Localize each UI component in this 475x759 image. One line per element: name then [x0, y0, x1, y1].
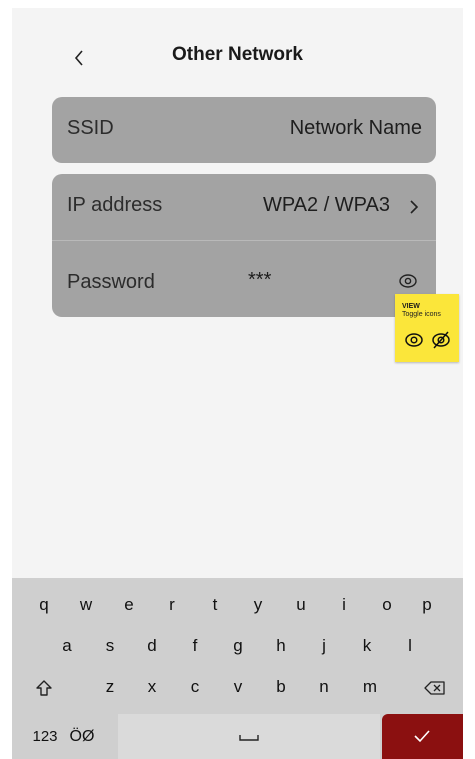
key-u[interactable]: u	[283, 588, 319, 622]
security-card: IP address WPA2 / WPA3 Password ***	[52, 174, 436, 317]
security-value: WPA2 / WPA3	[262, 194, 390, 216]
key-y[interactable]: y	[240, 588, 276, 622]
key-p[interactable]: p	[409, 588, 445, 622]
key-k[interactable]: k	[349, 629, 385, 663]
key-e[interactable]: e	[111, 588, 147, 622]
backspace-icon	[424, 680, 445, 695]
shift-key[interactable]	[26, 670, 62, 704]
numbers-key[interactable]: 123	[26, 720, 64, 754]
phone-screen: Other Network SSID Network Name IP addre…	[12, 8, 463, 759]
security-label: IP address	[67, 194, 163, 216]
note-subtitle: Toggle icons	[402, 311, 441, 318]
shift-icon	[36, 679, 52, 696]
key-o[interactable]: o	[369, 588, 405, 622]
key-j[interactable]: j	[306, 629, 342, 663]
key-g[interactable]: g	[220, 629, 256, 663]
key-q[interactable]: q	[26, 588, 62, 622]
ssid-label: SSID	[67, 117, 114, 139]
key-a[interactable]: a	[49, 629, 85, 663]
key-b[interactable]: b	[263, 670, 299, 704]
ssid-row[interactable]: SSID Network Name	[52, 97, 436, 163]
key-m[interactable]: m	[352, 670, 388, 704]
eye-off-icon	[432, 331, 450, 349]
keyboard: q w e r t y u i o p a s d f g h j k l z …	[12, 578, 463, 759]
key-c[interactable]: c	[177, 670, 213, 704]
key-i[interactable]: i	[326, 588, 362, 622]
key-r[interactable]: r	[154, 588, 190, 622]
key-n[interactable]: n	[306, 670, 342, 704]
key-v[interactable]: v	[220, 670, 256, 704]
key-l[interactable]: l	[392, 629, 428, 663]
key-t[interactable]: t	[197, 588, 233, 622]
space-key[interactable]	[118, 714, 380, 759]
password-value: ***	[248, 269, 272, 291]
page-title: Other Network	[172, 44, 303, 65]
key-z[interactable]: z	[92, 670, 128, 704]
space-icon	[239, 735, 259, 741]
key-x[interactable]: x	[134, 670, 170, 704]
alt-chars-key[interactable]: ÖØ	[64, 720, 100, 754]
password-row[interactable]: Password ***	[52, 251, 436, 317]
key-w[interactable]: w	[68, 588, 104, 622]
enter-key[interactable]	[382, 714, 463, 759]
annotation-note: VIEW Toggle icons	[395, 294, 459, 362]
checkmark-icon	[414, 730, 430, 743]
key-h[interactable]: h	[263, 629, 299, 663]
note-title: VIEW	[402, 303, 420, 310]
row-divider	[52, 240, 436, 241]
security-row[interactable]: IP address WPA2 / WPA3	[52, 174, 436, 240]
eye-icon[interactable]	[398, 273, 418, 289]
chevron-right-icon	[410, 200, 419, 214]
key-d[interactable]: d	[134, 629, 170, 663]
password-label: Password	[67, 271, 155, 293]
eye-icon	[405, 333, 423, 347]
key-f[interactable]: f	[177, 629, 213, 663]
backspace-key[interactable]	[417, 670, 453, 704]
key-s[interactable]: s	[92, 629, 128, 663]
ssid-value: Network Name	[289, 117, 422, 139]
ssid-card: SSID Network Name	[52, 97, 436, 163]
